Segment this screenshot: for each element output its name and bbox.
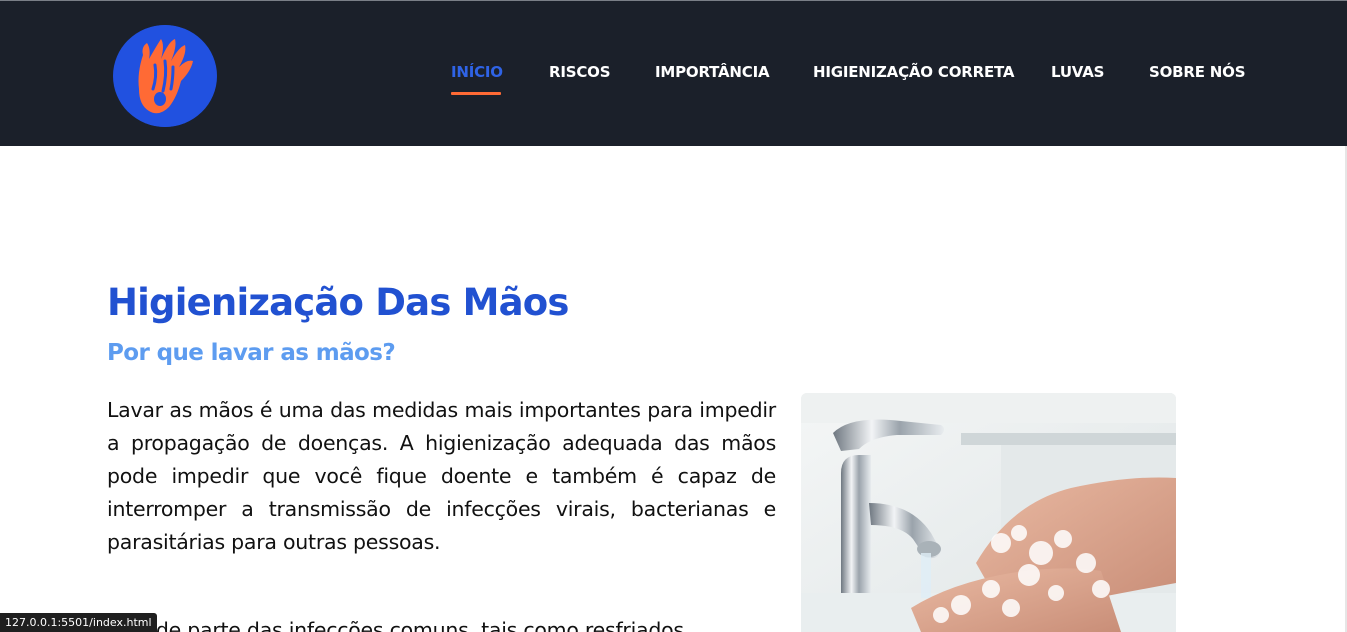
nav-item-luvas[interactable]: LUVAS [1051,63,1104,81]
handwashing-illustration [801,393,1176,632]
second-paragraph: Grande parte das infecções comuns, tais … [107,618,691,632]
nav-item-importancia[interactable]: IMPORTÂNCIA [655,63,770,81]
status-bar-url: 127.0.0.1:5501/index.html [0,613,157,632]
main-nav: INÍCIO RISCOS IMPORTÂNCIA HIGIENIZAÇÃO C… [0,63,1347,97]
page-title: Higienização Das Mãos [107,281,569,324]
active-nav-underline [451,92,501,95]
nav-item-sobre-nos[interactable]: SOBRE NÓS [1149,63,1246,81]
handwashing-photo [801,393,1176,632]
page-subtitle: Por que lavar as mãos? [107,340,396,366]
nav-item-riscos[interactable]: RISCOS [549,63,611,81]
intro-paragraph: Lavar as mãos é uma das medidas mais imp… [107,398,776,554]
site-header: INÍCIO RISCOS IMPORTÂNCIA HIGIENIZAÇÃO C… [0,0,1347,146]
nav-item-higienizacao-correta[interactable]: HIGIENIZAÇÃO CORRETA [813,63,1014,81]
nav-item-inicio[interactable]: INÍCIO [451,63,503,81]
